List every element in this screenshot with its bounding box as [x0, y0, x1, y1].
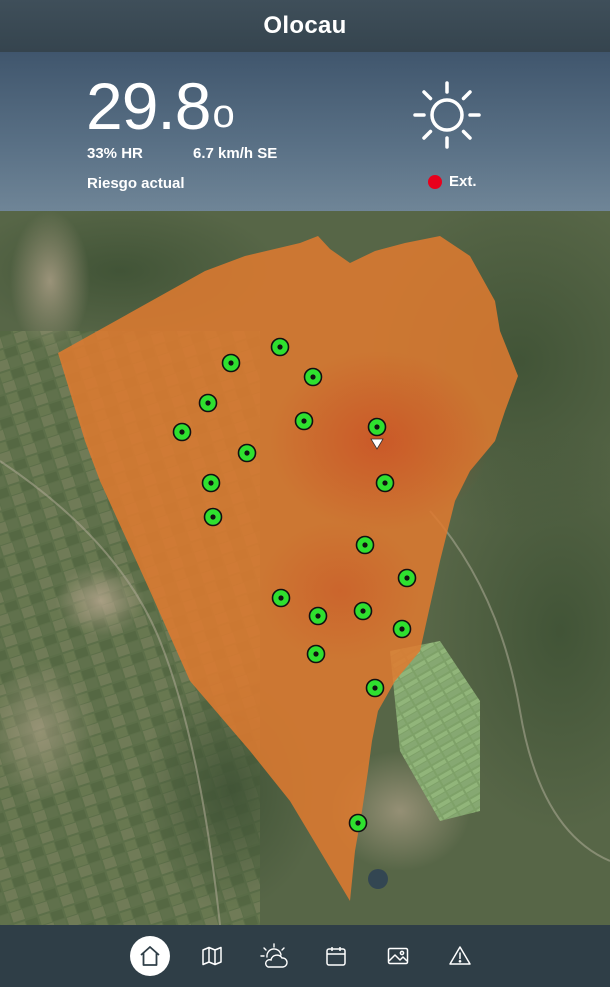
sensor-marker[interactable]: [375, 473, 395, 493]
sun-icon: [413, 81, 481, 149]
sensor-marker[interactable]: [203, 507, 223, 527]
weather-icon: [260, 943, 288, 968]
sensor-marker[interactable]: [237, 443, 257, 463]
sensor-marker[interactable]: [308, 606, 328, 626]
page-title: Olocau: [263, 12, 347, 39]
sensor-marker[interactable]: [221, 353, 241, 373]
sensor-marker[interactable]: [365, 678, 385, 698]
sensor-marker[interactable]: [348, 813, 368, 833]
map-canvas[interactable]: [0, 211, 610, 925]
home-button[interactable]: [130, 936, 170, 976]
temperature: 29.8o: [86, 66, 235, 146]
sensor-marker[interactable]: [306, 644, 326, 664]
calendar-icon: [326, 947, 346, 966]
degree-symbol: o: [212, 92, 234, 136]
sensor-marker[interactable]: [201, 473, 221, 493]
warning-icon: [449, 946, 471, 965]
image-icon: [387, 947, 409, 965]
risk-level-text: Ext.: [449, 173, 477, 190]
sensor-marker[interactable]: [303, 367, 323, 387]
nav-gallery[interactable]: [367, 925, 429, 987]
sensor-marker[interactable]: [392, 619, 412, 639]
sensor-marker[interactable]: [355, 535, 375, 555]
nav-forecast[interactable]: [243, 925, 305, 987]
humidity: 33% HR: [87, 145, 143, 162]
sensor-marker[interactable]: [397, 568, 417, 588]
map-icon: [202, 946, 222, 966]
sensor-marker[interactable]: [367, 417, 387, 437]
sensor-marker[interactable]: [198, 393, 218, 413]
temperature-value: 29.8: [86, 69, 211, 143]
nav-map[interactable]: [181, 925, 243, 987]
nav-home[interactable]: [119, 925, 181, 987]
map-view[interactable]: [0, 211, 610, 925]
weather-panel: 29.8o 33% HR 6.7 km/h SE Riesgo actual E…: [0, 52, 610, 211]
risk-level: Ext.: [428, 173, 477, 190]
sensor-marker[interactable]: [270, 337, 290, 357]
bottom-nav: [0, 925, 610, 987]
top-bar: Olocau: [0, 0, 610, 52]
sensor-marker[interactable]: [172, 422, 192, 442]
nav-alerts[interactable]: [429, 925, 491, 987]
risk-dot-icon: [428, 174, 442, 189]
risk-label: Riesgo actual: [87, 175, 185, 192]
home-icon: [140, 946, 160, 966]
wind: 6.7 km/h SE: [193, 145, 278, 162]
nav-calendar[interactable]: [305, 925, 367, 987]
sensor-marker[interactable]: [294, 411, 314, 431]
sensor-marker[interactable]: [271, 588, 291, 608]
sensor-marker[interactable]: [353, 601, 373, 621]
